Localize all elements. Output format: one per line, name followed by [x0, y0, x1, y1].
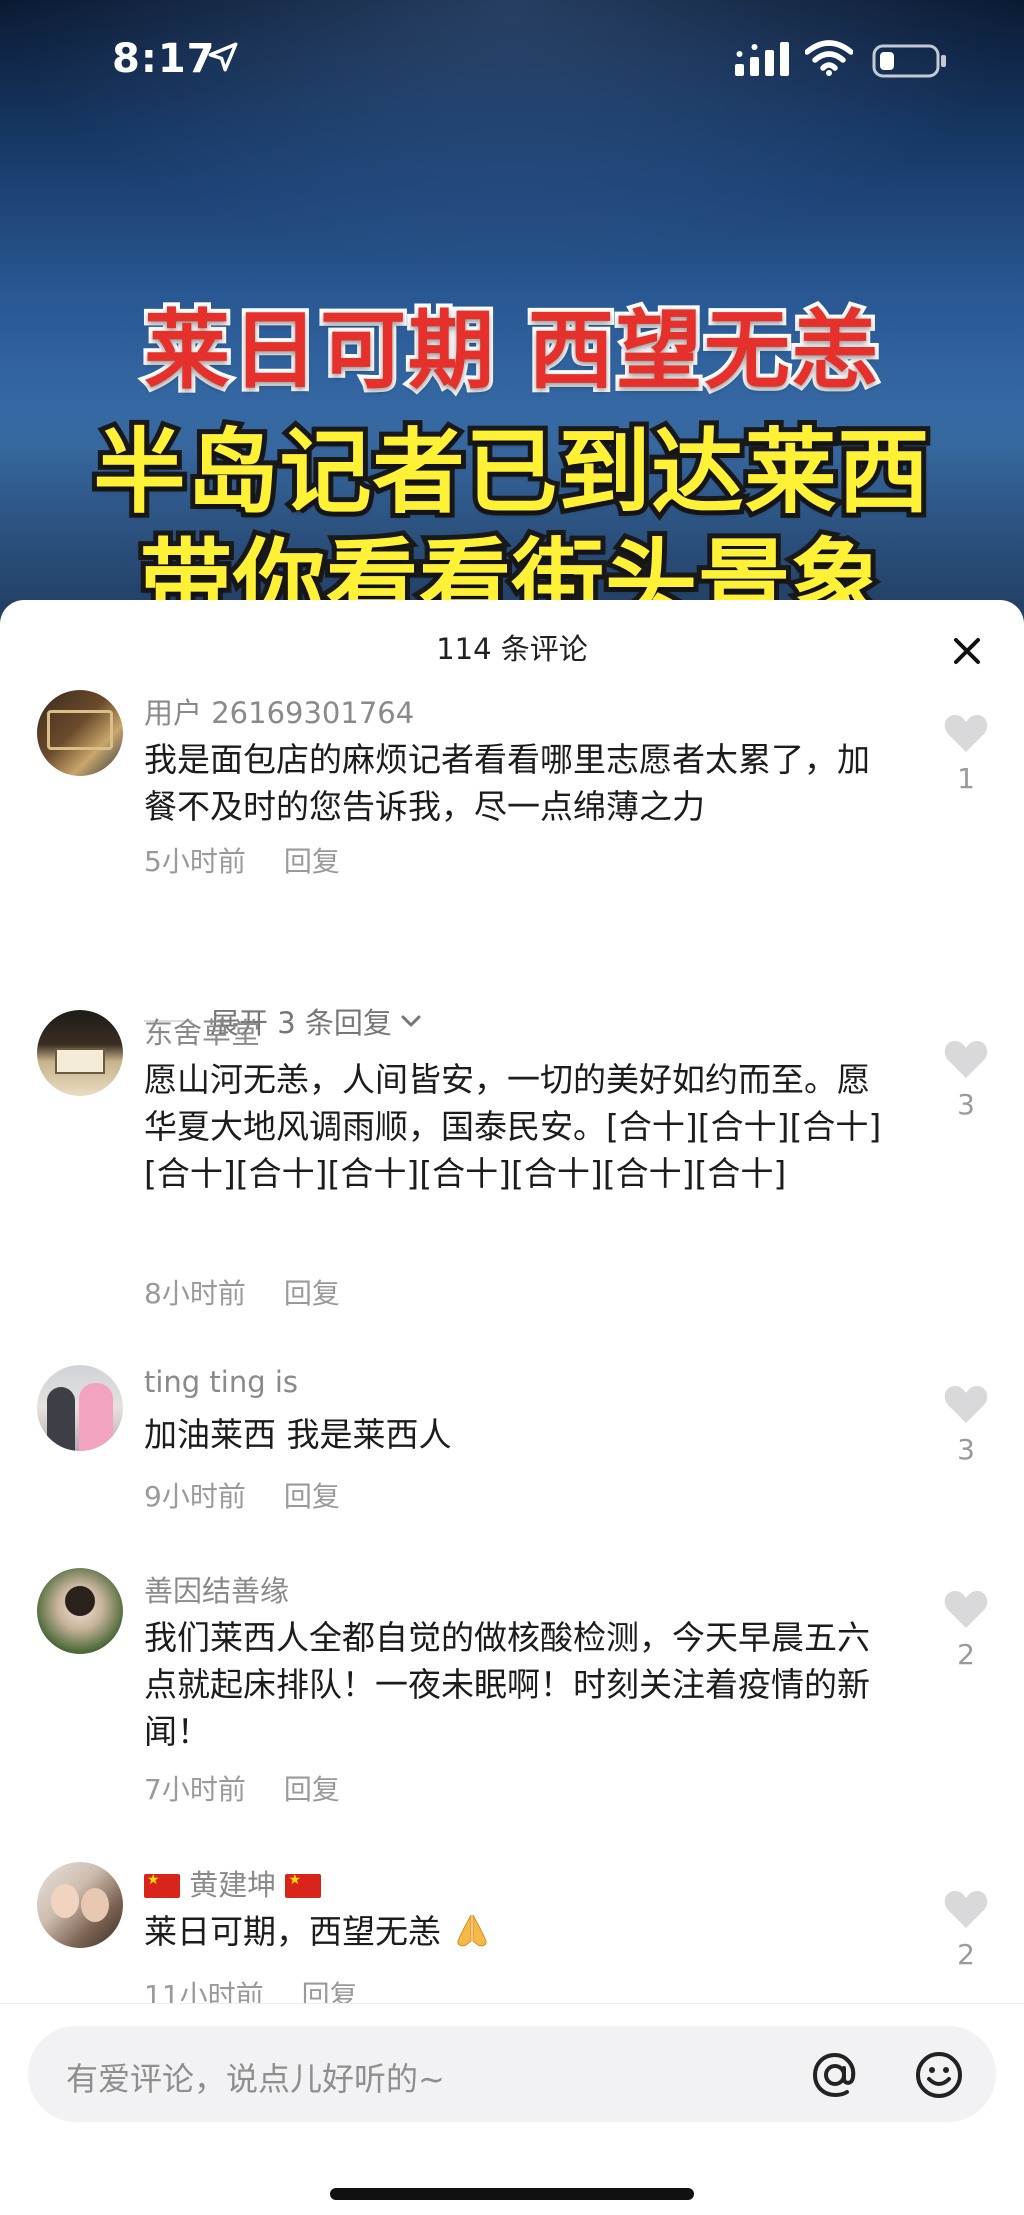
comment-item: ting ting is 加油莱西 我是莱西人 9小时前 回复 3 [0, 1365, 1024, 1525]
comment-time: 5小时前 [144, 845, 246, 878]
avatar[interactable] [37, 690, 123, 776]
cellular-signal-icon [735, 42, 789, 76]
avatar[interactable] [37, 1568, 123, 1654]
like-button[interactable]: 3 [938, 1038, 994, 1121]
heart-icon [944, 1590, 988, 1628]
comment-meta: 9小时前 回复 [144, 1475, 340, 1515]
comment-text: 莱日可期，西望无恙 [144, 1908, 884, 1955]
praying-hands-icon [456, 1914, 487, 1947]
comment-item: 用户 26169301764 我是面包店的麻烦记者看看哪里志愿者太累了，加餐不及… [0, 690, 1024, 1040]
avatar[interactable] [37, 1365, 123, 1451]
reply-button[interactable]: 回复 [284, 845, 340, 878]
comment-input[interactable]: 有爱评论，说点儿好听的~ [28, 2026, 996, 2122]
battery-icon [872, 44, 946, 78]
video-headline-title: 莱日可期 西望无恙 [140, 297, 882, 405]
comment-username[interactable]: 善因结善缘 [144, 1568, 289, 1610]
reply-button[interactable]: 回复 [284, 1277, 340, 1310]
avatar[interactable] [37, 1862, 123, 1948]
input-placeholder: 有爱评论，说点儿好听的~ [66, 2060, 445, 2098]
at-icon[interactable] [808, 2048, 862, 2102]
comment-meta: 5小时前 回复 [144, 840, 340, 880]
comment-text-body: 莱日可期，西望无恙 [144, 1912, 441, 1951]
location-arrow-icon [208, 42, 238, 72]
comment-text: 加油莱西 我是莱西人 [144, 1415, 452, 1454]
comment-text: 愿山河无恙，人间皆安，一切的美好如约而至。愿华夏大地风调雨顺，国泰民安。[合十]… [144, 1060, 882, 1193]
wifi-icon [805, 40, 853, 76]
heart-icon [944, 1040, 988, 1078]
heart-icon [944, 1890, 988, 1928]
comment-meta: 8小时前 回复 [144, 1272, 340, 1312]
like-count: 2 [957, 1938, 975, 1971]
like-button[interactable]: 2 [938, 1888, 994, 1971]
smiley-icon[interactable] [912, 2048, 966, 2102]
like-count: 3 [957, 1088, 975, 1121]
comment-input-bar: 有爱评论，说点儿好听的~ [0, 2003, 1024, 2215]
video-player[interactable]: 8:17 莱日可期 西望无恙 半岛记者已到达莱西 带你看看街头景象 [0, 0, 1024, 640]
comment-username[interactable]: 东舍草堂 [144, 1010, 260, 1052]
comment-text: 我们莱西人全都自觉的做核酸检测，今天早晨五六点就起床排队！一夜未眠啊！时刻关注着… [144, 1618, 870, 1751]
like-button[interactable]: 3 [938, 1383, 994, 1466]
status-bar: 8:17 [0, 0, 1024, 120]
comment-username-text: 黄建坤 [189, 1868, 277, 1902]
comment-text: 我是面包店的麻烦记者看看哪里志愿者太累了，加餐不及时的您告诉我，尽一点绵薄之力 [144, 740, 870, 826]
comment-time: 9小时前 [144, 1480, 246, 1513]
comment-time: 8小时前 [144, 1277, 246, 1310]
like-count: 2 [957, 1638, 975, 1671]
avatar[interactable] [37, 1010, 123, 1096]
status-time: 8:17 [112, 36, 216, 82]
comment-time: 7小时前 [144, 1773, 246, 1806]
comments-sheet: 114 条评论 用户 26169301764 我是面包店的麻烦记者看看哪里志愿者… [0, 600, 1024, 2215]
comment-meta: 7小时前 回复 [144, 1768, 340, 1808]
home-indicator[interactable] [330, 2188, 694, 2200]
comment-item: 善因结善缘 我们莱西人全都自觉的做核酸检测，今天早晨五六点就起床排队！一夜未眠啊… [0, 1568, 1024, 1818]
like-count: 3 [957, 1433, 975, 1466]
china-flag-icon [285, 1872, 322, 1898]
comment-username[interactable]: 用户 26169301764 [144, 690, 414, 732]
comment-username[interactable]: ting ting is [144, 1365, 298, 1399]
reply-button[interactable]: 回复 [284, 1773, 340, 1806]
comment-item: 黄建坤 莱日可期，西望无恙 11小时前回复 2 [0, 1862, 1024, 2012]
heart-icon [944, 1385, 988, 1423]
close-icon[interactable] [942, 626, 992, 676]
comment-username[interactable]: 黄建坤 [144, 1862, 322, 1904]
china-flag-icon [144, 1872, 180, 1898]
sheet-header: 114 条评论 [0, 600, 1024, 695]
like-button[interactable]: 2 [938, 1588, 994, 1671]
comment-item: 东舍草堂 愿山河无恙，人间皆安，一切的美好如约而至。愿华夏大地风调雨顺，国泰民安… [0, 1010, 1024, 1310]
heart-icon [944, 714, 988, 752]
like-count: 1 [957, 762, 975, 795]
comment-count-title: 114 条评论 [436, 632, 588, 666]
like-button[interactable]: 1 [938, 712, 994, 795]
reply-button[interactable]: 回复 [284, 1480, 340, 1513]
